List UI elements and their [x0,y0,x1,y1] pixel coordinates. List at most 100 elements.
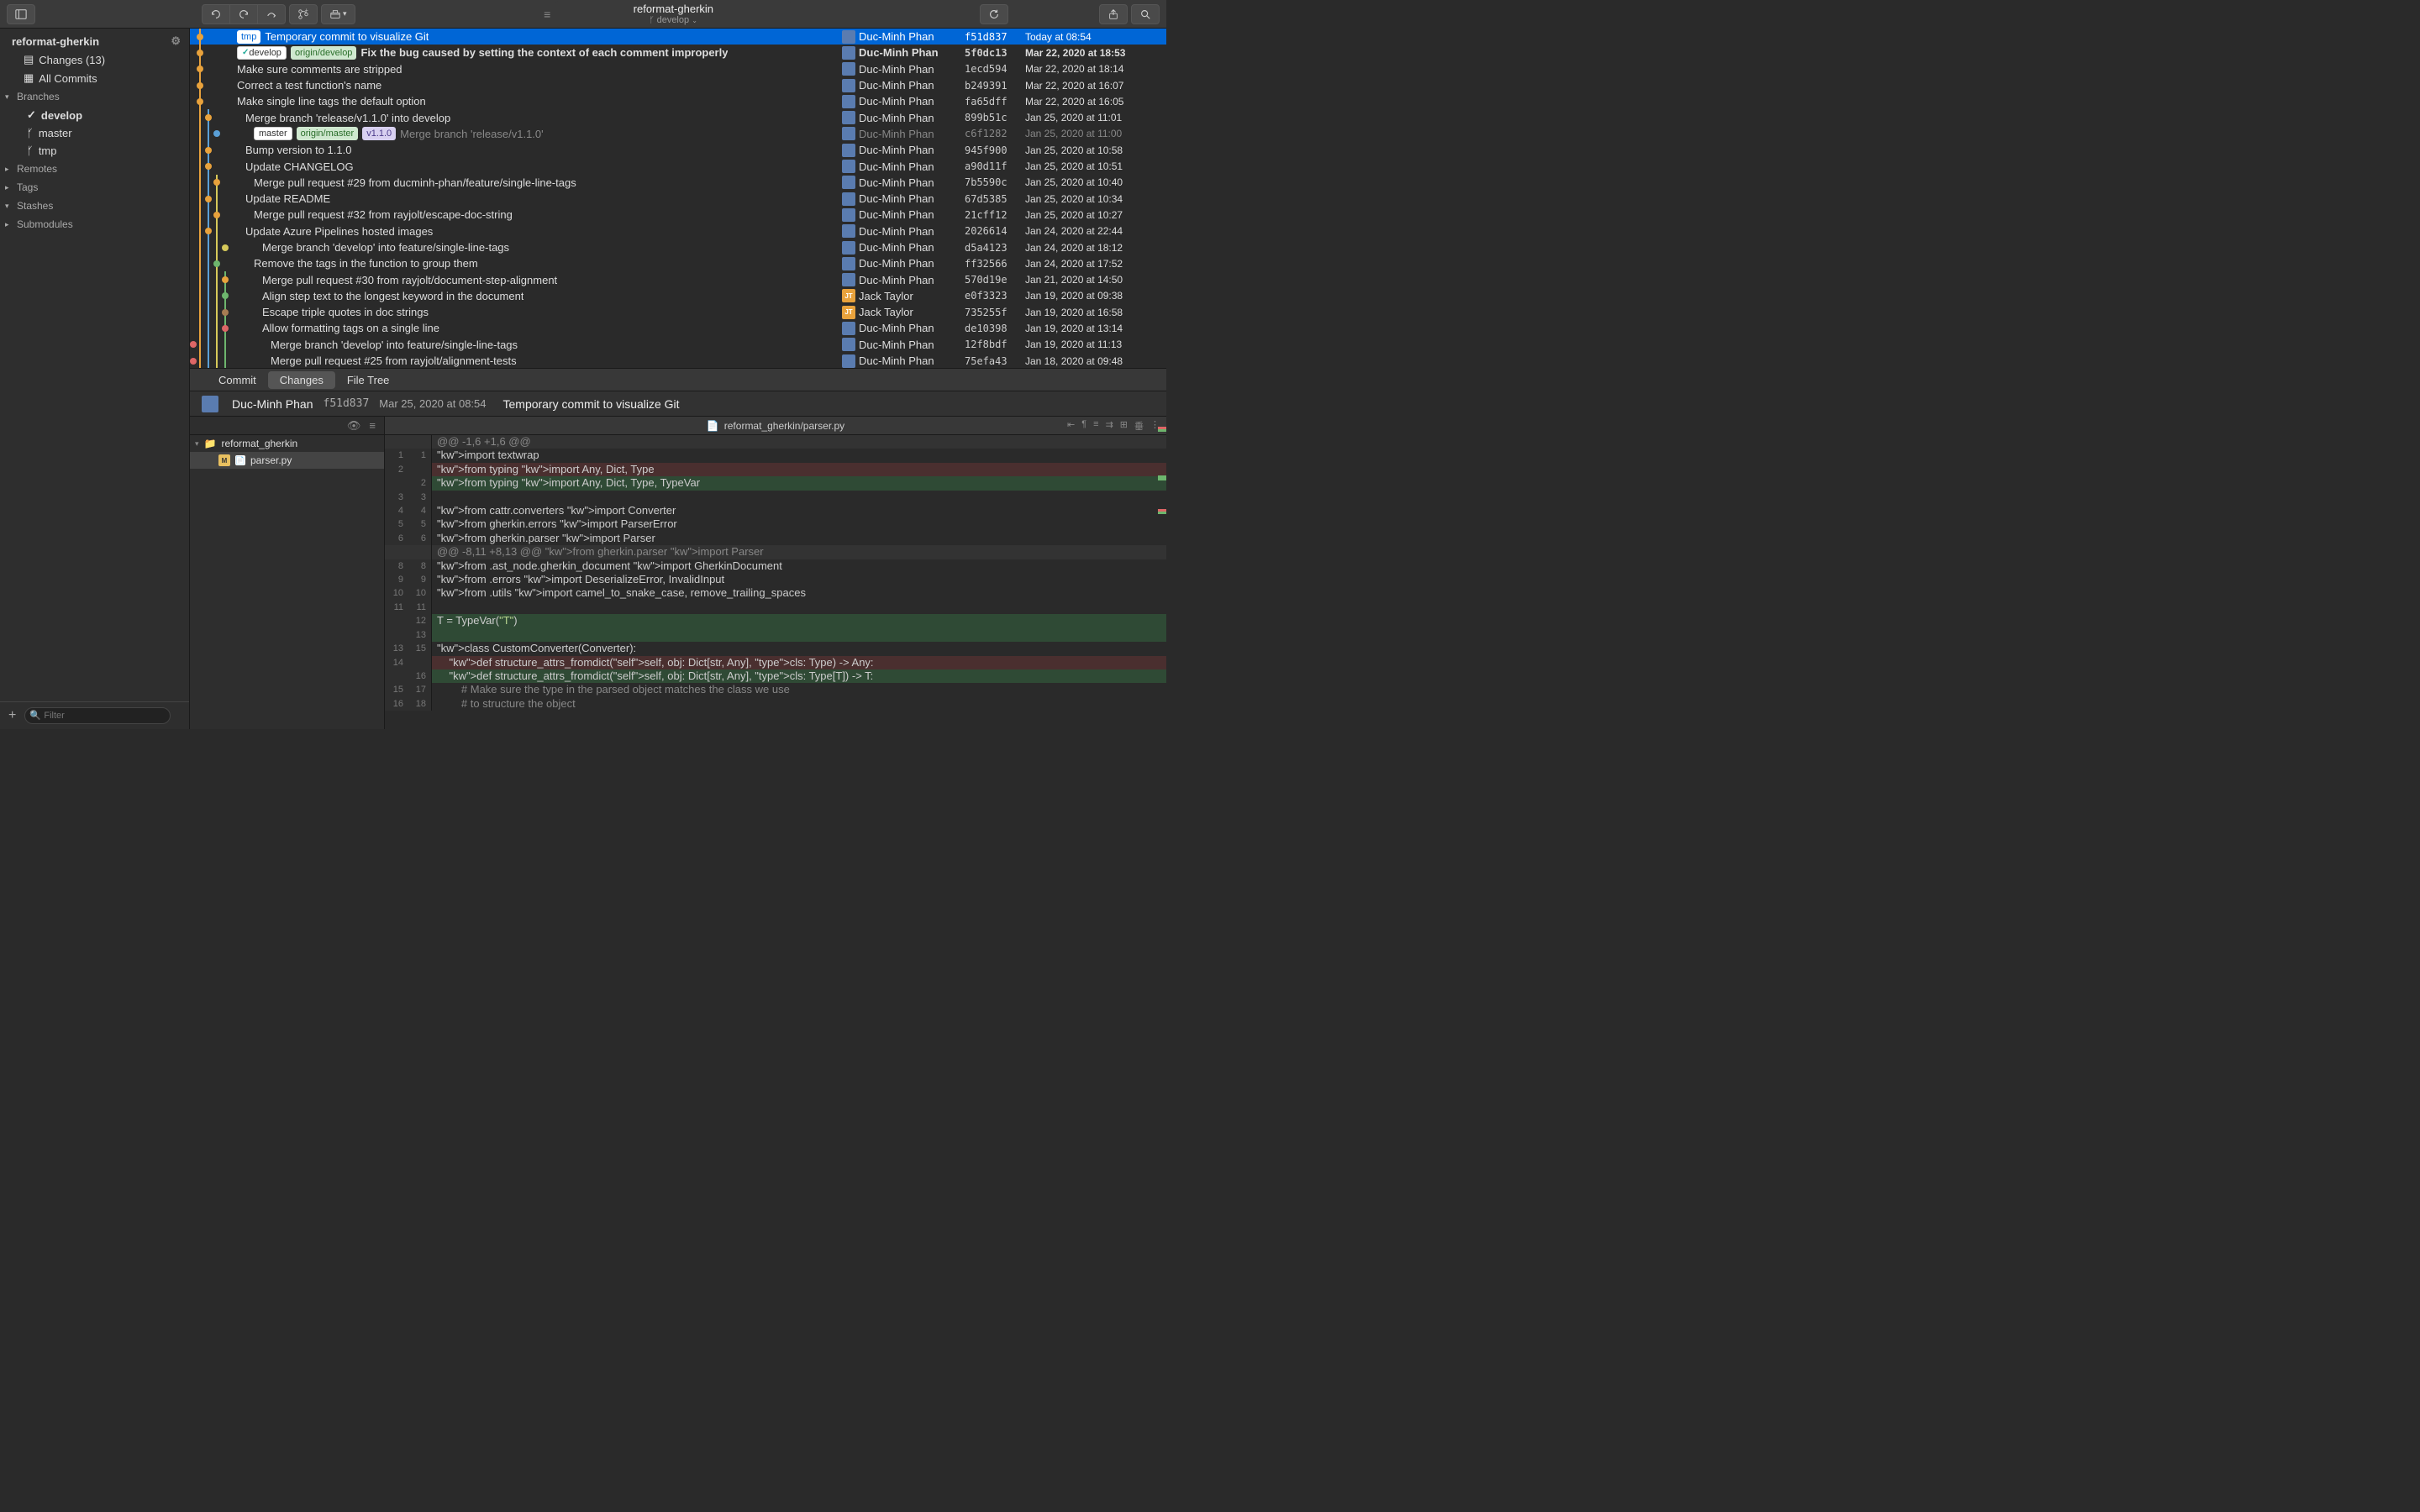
sidebar-item-changes[interactable]: ▤ Changes (13) [0,50,189,69]
diff-line: 12T = TypeVar("T") [385,614,1166,627]
commit-date: Jan 19, 2020 at 16:58 [1025,307,1158,318]
sidebar-item-label: Changes (13) [39,54,105,66]
commit-message: Merge pull request #30 from rayjolt/docu… [262,274,557,286]
commit-row[interactable]: Update CHANGELOG Duc-Minh Phan a90d11f J… [190,158,1166,174]
commit-row[interactable]: Update README Duc-Minh Phan 67d5385 Jan … [190,191,1166,207]
sidebar-item-all-commits[interactable]: ▦ All Commits [0,69,189,87]
commit-row[interactable]: developorigin/develop Fix the bug caused… [190,45,1166,60]
commit-date: Jan 25, 2020 at 10:27 [1025,209,1158,221]
sidebar-section-stashes[interactable]: ▾Stashes [0,197,189,215]
commit-row[interactable]: Remove the tags in the function to group… [190,255,1166,271]
commit-author: Duc-Minh Phan [859,208,965,221]
diff-opt-icon[interactable]: ⇉ [1106,419,1113,433]
commit-row[interactable]: masterorigin/masterv1.1.0 Merge branch '… [190,126,1166,142]
list-icon[interactable]: ≡ [369,419,376,432]
commit-author: Duc-Minh Phan [859,160,965,173]
commit-author: Duc-Minh Phan [859,30,965,43]
commit-row[interactable]: Update Azure Pipelines hosted images Duc… [190,223,1166,239]
commit-row[interactable]: Merge branch 'release/v1.1.0' into devel… [190,109,1166,125]
avatar [842,241,855,255]
commit-row[interactable]: Align step text to the longest keyword i… [190,288,1166,304]
commit-row[interactable]: Merge pull request #32 from rayjolt/esca… [190,207,1166,223]
tab-file-tree[interactable]: File Tree [335,371,402,389]
file-icon: 📄 [235,455,245,465]
commit-author: Duc-Minh Phan [859,192,965,205]
commit-hash: b249391 [965,80,1025,92]
sidebar-toggle-button[interactable] [7,4,35,24]
file-tree-folder[interactable]: ▾ 📁 reformat_gherkin [190,435,384,452]
sidebar-section-tags[interactable]: ▸Tags [0,178,189,197]
diff-opt-icon[interactable]: ≡ [1093,419,1098,433]
folder-icon: 📁 [204,438,217,449]
commit-hash: f51d837 [965,31,1025,43]
diff-line: @@ -1,6 +1,6 @@ [385,435,1166,449]
commit-row[interactable]: Merge branch 'develop' into feature/sing… [190,337,1166,353]
commit-hash: ff32566 [965,258,1025,270]
sidebar-branch-master[interactable]: ᚶmaster [0,124,189,142]
commit-row[interactable]: Make sure comments are stripped Duc-Minh… [190,61,1166,77]
sidebar-section-submodules[interactable]: ▸Submodules [0,215,189,234]
share-button[interactable] [1099,4,1128,24]
diff-opt-icon[interactable]: 垂 [1134,419,1144,433]
check-icon: ✓ [27,108,36,122]
file-icon: 📄 [707,420,719,432]
diff-line: 66"kw">from gherkin.parser "kw">import P… [385,532,1166,545]
diff-opt-icon[interactable]: ⊞ [1120,419,1128,433]
commit-row[interactable]: Merge pull request #25 from rayjolt/alig… [190,353,1166,368]
commit-author: Duc-Minh Phan [859,112,965,124]
commit-date: Jan 24, 2020 at 22:44 [1025,225,1158,237]
diff-opt-icon[interactable]: ¶ [1081,419,1086,433]
commit-date: Mar 25, 2020 at 08:54 [379,397,486,410]
sidebar-branch-tmp[interactable]: ᚶtmp [0,142,189,160]
tab-commit[interactable]: Commit [207,371,268,389]
commit-message: Fix the bug caused by setting the contex… [360,46,728,59]
commit-author: Duc-Minh Phan [859,354,965,367]
commit-row[interactable]: Make single line tags the default option… [190,93,1166,109]
filter-input[interactable] [24,707,171,724]
tab-changes[interactable]: Changes [268,371,335,389]
commit-row[interactable]: Bump version to 1.1.0 Duc-Minh Phan 945f… [190,142,1166,158]
file-tree-file[interactable]: M 📄 parser.py [190,452,384,469]
file-tree: 👁 ≡ ▾ 📁 reformat_gherkin M 📄 parser.py [190,417,385,729]
commit-author: Duc-Minh Phan [232,397,313,411]
commit-author: Duc-Minh Phan [859,274,965,286]
commit-message: Temporary commit to visualize Git [265,30,429,43]
commit-row[interactable]: Merge branch 'develop' into feature/sing… [190,239,1166,255]
diff-opt-icon[interactable]: ⇤ [1067,419,1075,433]
commit-row[interactable]: Merge pull request #30 from rayjolt/docu… [190,271,1166,287]
commit-list[interactable]: tmp Temporary commit to visualize Git Du… [190,29,1166,368]
commit-hash: 945f900 [965,144,1025,156]
branch-icon: ᚶ [27,127,34,139]
new-branch-button[interactable]: + [289,4,318,24]
commit-row[interactable]: Allow formatting tags on a single line D… [190,320,1166,336]
eye-icon[interactable]: 👁 [347,419,361,433]
diff-content[interactable]: @@ -1,6 +1,6 @@11"kw">import textwrap2"k… [385,435,1166,729]
diff-line: 11"kw">import textwrap [385,449,1166,462]
diff-line: 13 [385,628,1166,642]
commit-row[interactable]: tmp Temporary commit to visualize Git Du… [190,29,1166,45]
commit-row[interactable]: Escape triple quotes in doc strings JT J… [190,304,1166,320]
commit-row[interactable]: Merge pull request #29 from ducminh-phan… [190,175,1166,191]
stash-button[interactable]: ▾ [321,4,355,24]
gear-icon[interactable]: ⚙ [171,34,181,48]
redo-button[interactable] [230,4,258,24]
commit-author: Duc-Minh Phan [859,95,965,108]
sidebar-section-remotes[interactable]: ▸Remotes [0,160,189,178]
refresh-button[interactable] [980,4,1008,24]
commit-date: Mar 22, 2020 at 18:14 [1025,63,1158,75]
sidebar-branch-develop[interactable]: ✓develop [0,106,189,124]
commit-author: Jack Taylor [859,290,965,302]
commit-message: Update README [245,192,330,205]
skip-button[interactable] [258,4,286,24]
sidebar-section-branches[interactable]: ▾Branches [0,87,189,106]
commit-hash: fa65dff [965,96,1025,108]
add-button[interactable]: + [5,708,19,723]
repo-branch-label: develop [657,15,690,25]
sidebar-repo-name[interactable]: reformat-gherkin ⚙ [0,32,189,50]
undo-button[interactable] [202,4,230,24]
commit-date: Jan 25, 2020 at 10:34 [1025,193,1158,205]
search-button[interactable] [1131,4,1160,24]
commit-author: Duc-Minh Phan [859,128,965,140]
repo-title[interactable]: reformat-gherkin develop ⌄ [555,1,791,27]
commit-row[interactable]: Correct a test function's name Duc-Minh … [190,77,1166,93]
